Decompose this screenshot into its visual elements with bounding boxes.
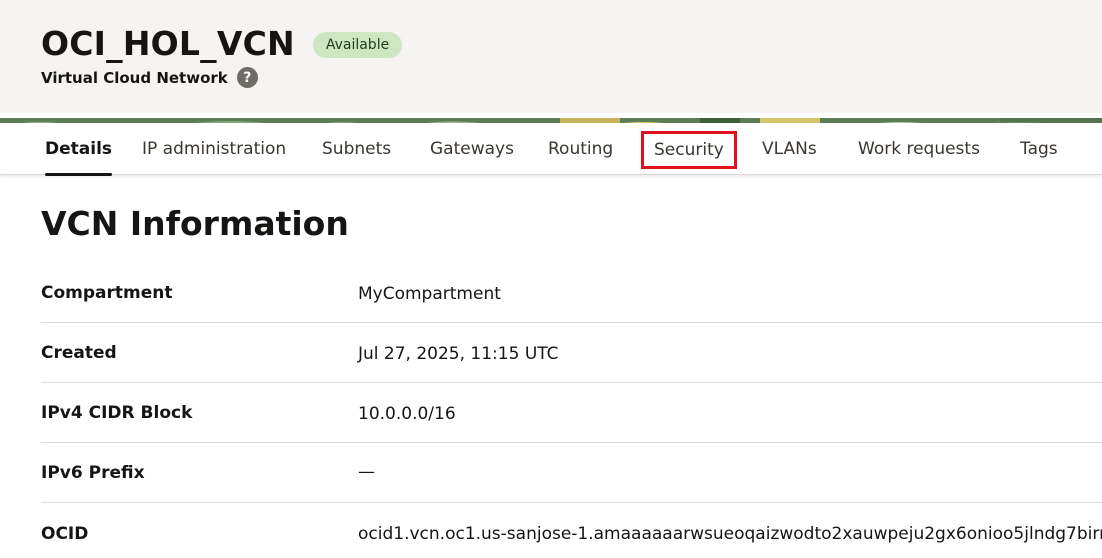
section-title: VCN Information: [41, 204, 349, 243]
decorative-banner: [0, 113, 1102, 123]
info-label: Created: [41, 343, 117, 363]
info-row-ocid: OCID ocid1.vcn.oc1.us-sanjose-1.amaaaaaa…: [41, 503, 1102, 558]
page-header: OCI_HOL_VCN Available Virtual Cloud Netw…: [0, 0, 1102, 113]
tab-routing[interactable]: Routing: [548, 123, 613, 175]
info-label: IPv4 CIDR Block: [41, 403, 193, 423]
info-value: 10.0.0.0/16: [358, 404, 456, 424]
title-row: OCI_HOL_VCN Available: [41, 24, 403, 64]
tab-subnets[interactable]: Subnets: [322, 123, 391, 175]
ocid-value: ocid1.vcn.oc1.us-sanjose-1.amaaaaaarwsue…: [358, 524, 1102, 544]
tab-gateways[interactable]: Gateways: [430, 123, 514, 175]
help-icon[interactable]: ?: [236, 67, 258, 88]
tab-vlans[interactable]: VLANs: [762, 123, 817, 175]
tab-details[interactable]: Details: [45, 123, 113, 176]
info-row-created: Created Jul 27, 2025, 11:15 UTC: [41, 323, 1102, 383]
status-badge: Available: [312, 32, 403, 58]
info-row-ipv4-cidr: IPv4 CIDR Block 10.0.0.0/16: [41, 383, 1102, 443]
info-row-compartment: Compartment MyCompartment: [41, 263, 1102, 323]
resource-type-label: Virtual Cloud Network: [41, 68, 228, 87]
tab-security[interactable]: Security: [641, 131, 737, 169]
info-value: Jul 27, 2025, 11:15 UTC: [358, 344, 559, 364]
info-label: OCID: [41, 524, 89, 544]
info-row-ipv6-prefix: IPv6 Prefix —: [41, 443, 1102, 503]
info-value: —: [358, 462, 375, 482]
tab-work-requests[interactable]: Work requests: [858, 123, 980, 175]
tab-bar: Details IP administration Subnets Gatewa…: [0, 123, 1102, 176]
subtitle-row: Virtual Cloud Network ?: [41, 67, 258, 88]
info-label: Compartment: [41, 283, 173, 303]
compartment-link[interactable]: MyCompartment: [358, 284, 501, 304]
info-label: IPv6 Prefix: [41, 463, 145, 483]
page-title: OCI_HOL_VCN: [41, 24, 295, 63]
tab-tags[interactable]: Tags: [1020, 123, 1058, 175]
tab-ip-administration[interactable]: IP administration: [142, 123, 286, 175]
